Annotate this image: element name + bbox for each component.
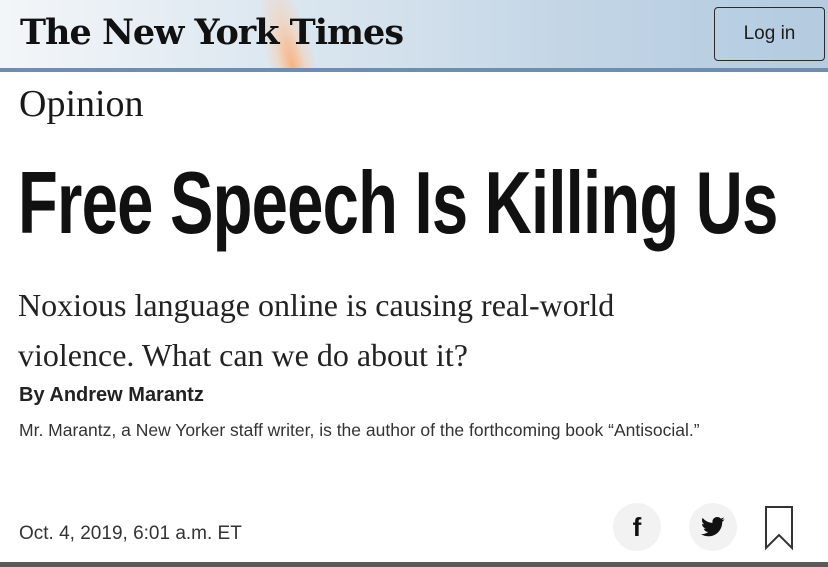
byline: By Andrew Marantz — [19, 384, 204, 406]
header-accent-stripe — [0, 68, 828, 72]
login-button[interactable]: Log in — [714, 7, 825, 61]
bookmark-button[interactable] — [764, 505, 794, 551]
bookmark-icon — [765, 506, 793, 551]
twitter-share-button[interactable] — [689, 503, 737, 551]
article-summary: Noxious language online is causing real-… — [18, 287, 615, 373]
author-bio: Mr. Marantz, a New Yorker staff writer, … — [19, 420, 700, 440]
facebook-icon: f — [632, 511, 642, 542]
bottom-divider — [0, 562, 828, 567]
nyt-logo[interactable]: The New York Times — [20, 12, 404, 53]
publish-timestamp: Oct. 4, 2019, 6:01 a.m. ET — [19, 523, 242, 544]
section-label[interactable]: Opinion — [19, 82, 144, 126]
headline: Free Speech Is Killing Us — [18, 153, 778, 252]
masthead: The New York Times Log in — [0, 0, 828, 72]
facebook-share-button[interactable]: f — [613, 503, 661, 551]
twitter-icon — [701, 517, 725, 537]
